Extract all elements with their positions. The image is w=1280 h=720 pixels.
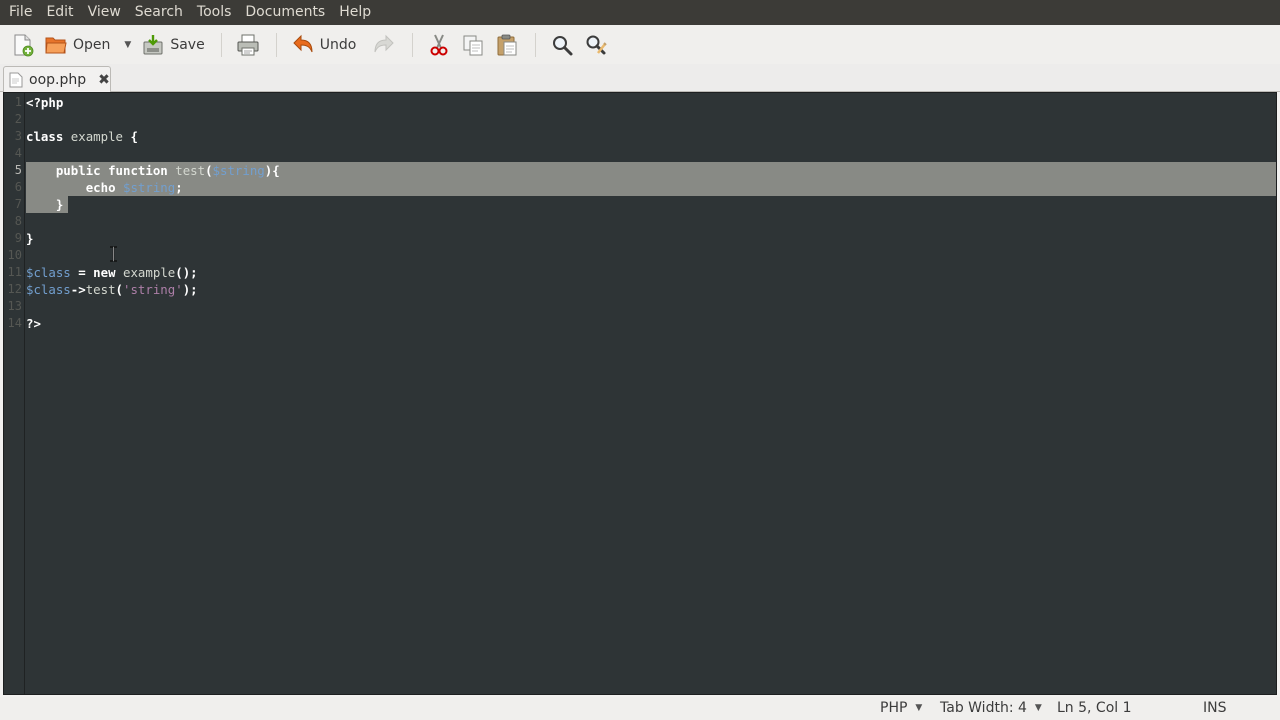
chevron-down-icon: ▼: [915, 703, 923, 713]
copy-icon: [463, 35, 483, 55]
line-number: 13: [7, 299, 22, 313]
save-label: Save: [170, 36, 205, 53]
scissors-icon: [430, 34, 448, 55]
line-number: 8: [14, 214, 22, 228]
line-number: 7: [14, 197, 22, 211]
code-line[interactable]: echo $string;: [26, 179, 183, 196]
toolbar-separator: [220, 32, 222, 57]
redo-icon: [374, 34, 394, 52]
save-icon: [143, 34, 163, 54]
tab-oop-php[interactable]: oop.php ✖: [3, 66, 111, 93]
toolbar: Open ▼ Save Undo: [0, 25, 1280, 64]
open-recent-dropdown-icon[interactable]: ▼: [124, 40, 131, 50]
line-number: 5: [14, 163, 22, 177]
redo-button[interactable]: [368, 29, 400, 61]
magnifier-icon: [553, 35, 573, 55]
folder-open-icon: [45, 37, 67, 53]
toolbar-separator: [412, 32, 414, 57]
line-number: 2: [14, 112, 22, 126]
code-line[interactable]: <?php: [26, 94, 63, 111]
open-button[interactable]: Open: [40, 29, 114, 61]
document-tab-bar: oop.php ✖: [0, 64, 1280, 93]
paste-icon: [497, 34, 517, 55]
code-line[interactable]: public function test($string){: [26, 162, 280, 179]
toolbar-separator: [275, 32, 277, 57]
menubar: File Edit View Search Tools Documents He…: [0, 0, 1280, 25]
code-line[interactable]: class example {: [26, 128, 138, 145]
selection-highlight: [26, 179, 1276, 196]
code-line[interactable]: }: [26, 196, 63, 213]
copy-button[interactable]: [457, 29, 489, 61]
open-label: Open: [73, 36, 111, 53]
language-selector[interactable]: PHP ▼: [880, 700, 922, 716]
cursor-position: Ln 5, Col 1: [1057, 700, 1132, 716]
language-label: PHP: [880, 700, 908, 716]
new-document-icon: [14, 34, 34, 56]
menu-file[interactable]: File: [2, 0, 39, 25]
close-tab-icon[interactable]: ✖: [98, 72, 110, 88]
text-cursor-icon: [110, 246, 117, 262]
line-number: 11: [7, 265, 22, 279]
undo-label: Undo: [319, 36, 357, 53]
paste-button[interactable]: [491, 29, 523, 61]
find-button[interactable]: [546, 29, 578, 61]
printer-icon: [237, 34, 259, 55]
cut-button[interactable]: [423, 29, 455, 61]
tab-width-selector[interactable]: Tab Width: 4 ▼: [940, 700, 1042, 716]
print-button[interactable]: [232, 29, 264, 61]
line-number: 9: [14, 231, 22, 245]
toolbar-separator: [535, 32, 537, 57]
undo-button[interactable]: Undo: [287, 29, 361, 61]
tab-width-label: Tab Width: 4: [940, 700, 1027, 716]
code-line[interactable]: $class->test('string');: [26, 281, 198, 298]
line-number: 6: [14, 180, 22, 194]
statusbar: PHP ▼ Tab Width: 4 ▼ Ln 5, Col 1 INS: [0, 697, 1280, 720]
chevron-down-icon: ▼: [1034, 703, 1042, 713]
insert-mode: INS: [1203, 700, 1227, 716]
line-number: 12: [7, 282, 22, 296]
menu-documents[interactable]: Documents: [238, 0, 332, 25]
line-number: 3: [14, 129, 22, 143]
tab-label: oop.php: [29, 72, 87, 88]
line-number-gutter: 1 2 3 4 5 6 7 8 9 10 11 12 13 14: [4, 93, 25, 694]
find-replace-button[interactable]: [580, 29, 612, 61]
menu-help[interactable]: Help: [332, 0, 378, 25]
menu-search[interactable]: Search: [128, 0, 190, 25]
cursor-position-label: Ln 5, Col 1: [1057, 700, 1132, 716]
new-document-button[interactable]: [6, 29, 38, 61]
line-number: 10: [7, 248, 22, 262]
code-line[interactable]: ?>: [26, 315, 41, 332]
code-line[interactable]: $class = new example();: [26, 264, 198, 281]
menu-tools[interactable]: Tools: [190, 0, 239, 25]
line-number: 4: [14, 146, 22, 160]
save-button[interactable]: Save: [137, 29, 208, 61]
line-number: 1: [14, 95, 22, 109]
code-line[interactable]: }: [26, 230, 33, 247]
insert-mode-label: INS: [1203, 700, 1227, 716]
undo-icon: [292, 34, 313, 52]
find-replace-icon: [586, 35, 607, 54]
line-number: 14: [7, 316, 22, 330]
menu-edit[interactable]: Edit: [39, 0, 80, 25]
code-editor[interactable]: 1 2 3 4 5 6 7 8 9 10 11 12 13 14 <?php class example {…: [3, 92, 1277, 695]
menu-view[interactable]: View: [81, 0, 128, 25]
code-area[interactable]: <?php class example { public function tes…: [26, 93, 1276, 694]
text-file-icon: [9, 72, 23, 88]
